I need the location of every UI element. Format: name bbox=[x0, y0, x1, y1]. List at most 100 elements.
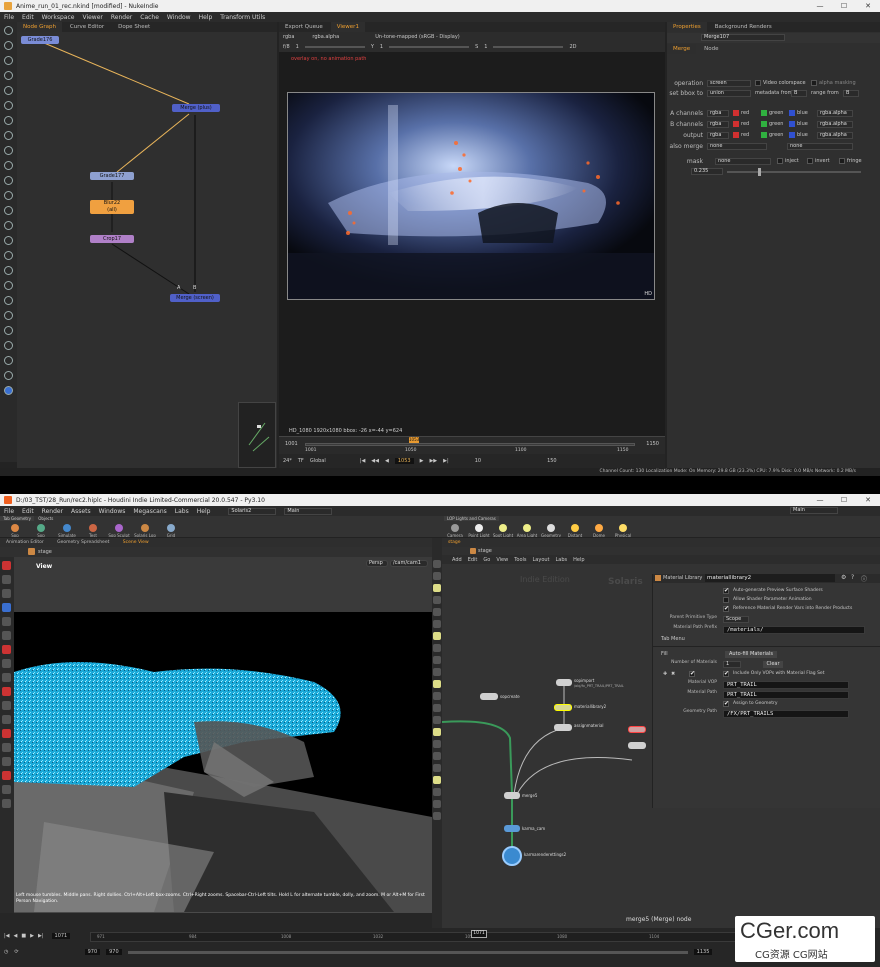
viewport-tool-4-icon[interactable] bbox=[2, 617, 11, 626]
range-dropdown[interactable]: B bbox=[843, 90, 859, 97]
channel-icon[interactable] bbox=[4, 71, 13, 80]
b-channels-layer[interactable]: rgba bbox=[707, 121, 729, 128]
display-option-12-icon[interactable] bbox=[433, 704, 441, 712]
auto-fill-button[interactable]: Auto-fill Materials bbox=[725, 651, 777, 658]
persp-dropdown[interactable]: Persp bbox=[366, 560, 388, 567]
display-option-19-icon[interactable] bbox=[433, 788, 441, 796]
clear-button[interactable]: Clear bbox=[763, 661, 783, 668]
h-menu-megascans[interactable]: Megascans bbox=[133, 508, 166, 515]
tab-background-renders[interactable]: Background Renders bbox=[709, 22, 778, 32]
display-option-21-icon[interactable] bbox=[433, 812, 441, 820]
h-menu-file[interactable]: File bbox=[4, 508, 14, 515]
cara-icon[interactable] bbox=[4, 296, 13, 305]
multiparm-minus-icon[interactable]: ✖ bbox=[671, 671, 675, 677]
a-channels-green-check[interactable] bbox=[761, 110, 767, 116]
plugin-icon[interactable] bbox=[4, 356, 13, 365]
display-option-9-icon[interactable] bbox=[433, 668, 441, 676]
viewer-gamma[interactable]: 1 bbox=[380, 44, 383, 50]
shelf-button-5[interactable]: Solaris Lop bbox=[134, 524, 156, 537]
node-blur22[interactable]: Blur22 (all) bbox=[90, 200, 134, 214]
h-play-icon[interactable]: ▶ bbox=[30, 933, 34, 939]
light-button-1[interactable]: Point Light bbox=[468, 524, 490, 537]
light-button-0[interactable]: Camera bbox=[444, 524, 466, 537]
param-node-name[interactable]: materiallibrary2 bbox=[705, 574, 835, 582]
display-option-1-icon[interactable] bbox=[433, 572, 441, 580]
h-start-frame-2[interactable]: 970 bbox=[106, 949, 122, 955]
num-materials-field[interactable]: 1 bbox=[723, 661, 741, 668]
current-frame-field[interactable]: 1053 bbox=[394, 458, 414, 464]
viewport-tool-12-icon[interactable] bbox=[2, 729, 11, 738]
viewport-tool-11-icon[interactable] bbox=[2, 715, 11, 724]
filter-icon[interactable] bbox=[4, 101, 13, 110]
main-dropdown[interactable]: Main bbox=[284, 507, 333, 515]
menu-help[interactable]: Help bbox=[199, 14, 213, 21]
viewport-tool-15-icon[interactable] bbox=[2, 771, 11, 780]
auto-preview-check[interactable] bbox=[723, 587, 729, 594]
light-button-6[interactable]: Dome Light bbox=[588, 524, 610, 537]
time-icon[interactable] bbox=[4, 56, 13, 65]
viewport-tool-6-icon[interactable] bbox=[2, 645, 11, 654]
end-frame-field[interactable]: 150 bbox=[547, 458, 557, 464]
viewport-tool-3-icon[interactable] bbox=[2, 603, 11, 612]
display-option-14-icon[interactable] bbox=[433, 728, 441, 736]
menu-cache[interactable]: Cache bbox=[140, 14, 159, 21]
param-info-icon[interactable]: ⓘ bbox=[861, 574, 867, 583]
step-back-icon[interactable]: ◀◀ bbox=[371, 458, 379, 464]
tab-viewer1[interactable]: Viewer1 bbox=[330, 22, 365, 32]
net-node-side-a[interactable] bbox=[628, 726, 646, 733]
display-option-6-icon[interactable] bbox=[433, 632, 441, 640]
display-option-16-icon[interactable] bbox=[433, 752, 441, 760]
h-loop-icon[interactable]: ⟳ bbox=[14, 949, 18, 955]
display-option-11-icon[interactable] bbox=[433, 692, 441, 700]
metadata-dropdown[interactable]: B bbox=[791, 90, 807, 97]
shelf-button-4[interactable]: Sop Sculpt bbox=[108, 524, 130, 537]
script-icon[interactable] bbox=[4, 326, 13, 335]
b-channels-red-check[interactable] bbox=[733, 121, 739, 127]
shelf-tab-lights[interactable]: LOP Lights and Cameras bbox=[444, 516, 499, 521]
fps-field[interactable]: 24* bbox=[283, 458, 292, 464]
node-crop17[interactable]: Crop17 bbox=[90, 235, 134, 243]
lens-icon[interactable] bbox=[4, 311, 13, 320]
path-prefix-input[interactable]: /materials/ bbox=[723, 626, 865, 634]
tab-properties[interactable]: Properties bbox=[667, 22, 707, 32]
ocio-icon[interactable] bbox=[4, 281, 13, 290]
fringe-check[interactable] bbox=[839, 158, 845, 164]
assign-geo-check[interactable] bbox=[723, 700, 729, 707]
props-node-name[interactable]: Merge107 bbox=[701, 34, 785, 41]
display-option-4-icon[interactable] bbox=[433, 608, 441, 616]
tab-node[interactable]: Node bbox=[698, 44, 724, 54]
color-icon[interactable] bbox=[4, 86, 13, 95]
h-last-frame-icon[interactable]: ▶| bbox=[38, 933, 44, 939]
viewer-icon[interactable] bbox=[4, 26, 13, 35]
light-button-7[interactable]: Physical Sky bbox=[612, 524, 634, 537]
net-node-karma-cam[interactable] bbox=[504, 825, 520, 832]
draw-icon[interactable] bbox=[4, 41, 13, 50]
maximize-icon[interactable]: ☐ bbox=[832, 0, 856, 12]
shelf-button-3[interactable]: Test Geometry bbox=[82, 524, 104, 537]
fill-section[interactable]: Fill bbox=[661, 651, 668, 657]
nuke-timeline[interactable]: 1001 1150 1001 1050 1100 1150 1053 bbox=[279, 436, 665, 454]
h-close-icon[interactable]: ✕ bbox=[856, 494, 880, 506]
viewer-gain[interactable]: 1 bbox=[296, 44, 299, 50]
toolsets-icon[interactable] bbox=[4, 236, 13, 245]
mix-slider-handle[interactable] bbox=[758, 168, 761, 176]
menu-transform-utils[interactable]: Transform Utils bbox=[220, 14, 265, 21]
light-button-2[interactable]: Spot Light bbox=[492, 524, 514, 537]
output-green-check[interactable] bbox=[761, 132, 767, 138]
display-option-2-icon[interactable] bbox=[433, 584, 441, 592]
param-help-icon[interactable]: ? bbox=[851, 574, 854, 581]
shelf-tab-objects[interactable]: Objects bbox=[35, 516, 56, 521]
video-colorspace-check[interactable] bbox=[755, 80, 761, 86]
display-option-20-icon[interactable] bbox=[433, 800, 441, 808]
h-first-frame-icon[interactable]: |◀ bbox=[4, 933, 10, 939]
display-option-7-icon[interactable] bbox=[433, 644, 441, 652]
node-merge-screen[interactable]: Merge (screen) bbox=[170, 294, 220, 302]
h-maximize-icon[interactable]: ☐ bbox=[832, 494, 856, 506]
desktop-dropdown[interactable]: Solaris2 bbox=[228, 507, 277, 515]
tab-menu-section[interactable]: Tab Menu bbox=[661, 636, 685, 642]
next-key-icon[interactable]: ▶| bbox=[443, 458, 449, 464]
bbox-dropdown[interactable]: union bbox=[707, 90, 751, 97]
h-current-frame[interactable]: 1071 bbox=[51, 933, 71, 939]
a-channels-alpha[interactable]: rgba.alpha bbox=[817, 110, 853, 117]
output-layer[interactable]: rgba bbox=[707, 132, 729, 139]
